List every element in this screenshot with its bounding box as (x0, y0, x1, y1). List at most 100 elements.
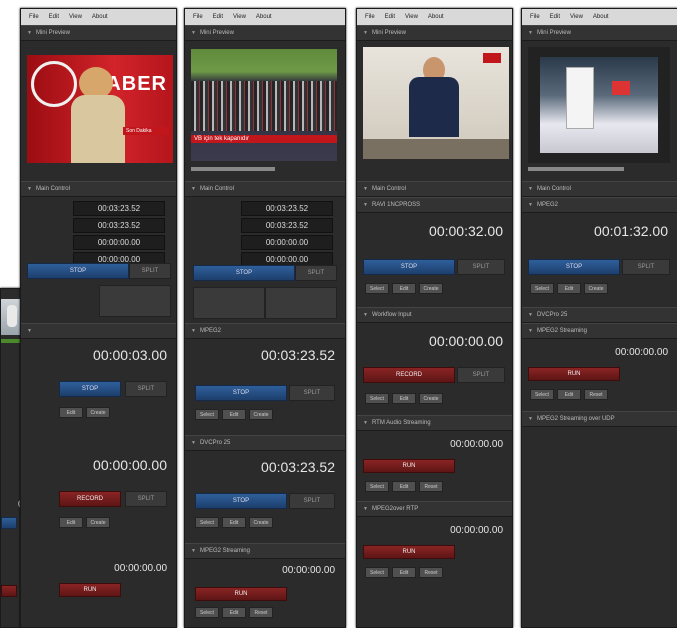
menu-view[interactable]: View (65, 13, 86, 21)
menu-about[interactable]: About (88, 13, 112, 21)
reset-button[interactable]: Reset (249, 607, 273, 618)
split-button[interactable]: SPLIT (125, 491, 167, 507)
section-file[interactable]: ▼ (21, 323, 176, 339)
split-button[interactable]: SPLIT (457, 259, 505, 275)
reset-button[interactable]: Reset (419, 481, 443, 492)
run-button[interactable]: RUN (59, 583, 121, 597)
menu-edit[interactable]: Edit (546, 13, 564, 21)
stop-button[interactable]: STOP (195, 493, 287, 509)
section-mpeg2[interactable]: ▼ MPEG2 (185, 323, 345, 339)
section-mpeg2-udp[interactable]: ▼ MPEG2 Streaming over UDP (522, 411, 677, 427)
section-mpeg2-streaming[interactable]: ▼ MPEG2 Streaming (522, 323, 677, 339)
edit-button[interactable]: Edit (222, 607, 246, 618)
edit-button[interactable]: Edit (59, 517, 83, 528)
split-button[interactable]: SPLIT (289, 493, 335, 509)
menu-edit[interactable]: Edit (381, 13, 399, 21)
select-button[interactable]: Select (195, 607, 219, 618)
edit-button[interactable]: Edit (222, 409, 246, 420)
section-mpeg2-streaming[interactable]: ▼ MPEG2 Streaming (185, 543, 345, 559)
section-main-control[interactable]: ▼ Main Control (522, 181, 677, 197)
menu-edit[interactable]: Edit (45, 13, 63, 21)
menu-view[interactable]: View (229, 13, 250, 21)
split-button[interactable]: SPLIT (125, 381, 167, 397)
menu-about[interactable]: About (424, 13, 448, 21)
section-workflow-input[interactable]: ▼ Workflow Input (357, 307, 512, 323)
section-mini-preview[interactable]: ▼ Mini Preview (21, 25, 176, 41)
run-button[interactable]: RUN (363, 545, 455, 559)
record-button[interactable]: RECORD (59, 491, 121, 507)
split-button[interactable]: SPLIT (129, 263, 171, 279)
split-button[interactable]: SPLIT (295, 265, 337, 281)
run-button[interactable]: RUN (528, 367, 620, 381)
panel-4: File Edit View About ▼ Mini Preview ▼ Main… (521, 8, 677, 628)
select-button[interactable]: Select (365, 283, 389, 294)
split-button[interactable]: SPLIT (622, 259, 670, 275)
select-button[interactable]: Select (530, 389, 554, 400)
edit-button[interactable]: Edit (392, 393, 416, 404)
section-mini-preview[interactable]: ▼ Mini Preview (185, 25, 345, 41)
select-button[interactable]: Select (530, 283, 554, 294)
section-main-control[interactable]: ▼ Main Control (21, 181, 176, 197)
split-button[interactable]: SPLIT (289, 385, 335, 401)
record-button[interactable]: RECORD (363, 367, 455, 383)
collapse-triangle-icon: ▼ (528, 328, 533, 334)
stop-button[interactable] (1, 517, 17, 529)
reset-button[interactable]: Reset (584, 389, 608, 400)
select-button[interactable]: Select (365, 567, 389, 578)
menu-file[interactable]: File (189, 13, 207, 21)
run-button[interactable]: RUN (195, 587, 287, 601)
button-right[interactable] (265, 287, 337, 319)
stop-button[interactable]: STOP (528, 259, 620, 275)
section-dvcpro[interactable]: ▼ DVCPro 25 (185, 435, 345, 451)
section-dvcpro[interactable]: ▼ DVCPro 25 (522, 307, 677, 323)
edit-button[interactable]: Edit (392, 481, 416, 492)
menu-view[interactable]: View (566, 13, 587, 21)
select-button[interactable]: Select (195, 409, 219, 420)
reset-button[interactable]: Reset (419, 567, 443, 578)
edit-button[interactable]: Edit (392, 283, 416, 294)
create-button[interactable]: Create (86, 407, 110, 418)
edit-button[interactable]: Edit (392, 567, 416, 578)
select-button[interactable]: Select (365, 481, 389, 492)
create-button[interactable]: Create (249, 517, 273, 528)
edit-button[interactable]: Edit (557, 283, 581, 294)
create-button[interactable]: Create (584, 283, 608, 294)
stop-button[interactable]: STOP (363, 259, 455, 275)
create-button[interactable]: Create (249, 409, 273, 420)
split-button[interactable]: SPLIT (457, 367, 505, 383)
stop-button[interactable]: STOP (193, 265, 295, 281)
section-mpeg-rtp[interactable]: ▼ MPEG2over RTP (357, 501, 512, 517)
section-mini-preview[interactable]: ▼ Mini Preview (522, 25, 677, 41)
section-mpeg2[interactable]: ▼ MPEG2 (522, 197, 677, 213)
edit-button[interactable]: Edit (557, 389, 581, 400)
section-main-control[interactable]: ▼ Main Control (185, 181, 345, 197)
menu-file[interactable]: File (361, 13, 379, 21)
menu-about[interactable]: About (589, 13, 613, 21)
run-button[interactable] (1, 585, 17, 597)
menu-view[interactable]: View (401, 13, 422, 21)
menu-about[interactable]: About (252, 13, 276, 21)
lower-third-caption: Son Dakika (123, 127, 169, 135)
small-button-row: Edit Create (59, 517, 110, 528)
edit-button[interactable]: Edit (59, 407, 83, 418)
edit-button[interactable]: Edit (222, 517, 246, 528)
button-left[interactable] (99, 285, 171, 317)
section-rtm-audio[interactable]: ▼ RTM Audio Streaming (357, 415, 512, 431)
stop-button[interactable]: STOP (59, 381, 121, 397)
menu-file[interactable]: File (526, 13, 544, 21)
section-main-control[interactable]: ▼ Main Control (357, 181, 512, 197)
button-left[interactable] (193, 287, 265, 319)
create-button[interactable]: Create (419, 393, 443, 404)
create-button[interactable]: Create (419, 283, 443, 294)
stop-button[interactable]: STOP (195, 385, 287, 401)
menu-file[interactable]: File (25, 13, 43, 21)
menu-edit[interactable]: Edit (209, 13, 227, 21)
select-button[interactable]: Select (365, 393, 389, 404)
section-mini-preview[interactable]: ▼ Mini Preview (357, 25, 512, 41)
run-button[interactable]: RUN (363, 459, 455, 473)
select-button[interactable]: Select (195, 517, 219, 528)
create-button[interactable]: Create (86, 517, 110, 528)
time-readout: 00:00:00.00 (93, 457, 167, 473)
stop-button[interactable]: STOP (27, 263, 129, 279)
section-ravi[interactable]: ▼ RAVI 1NCPROSS (357, 197, 512, 213)
